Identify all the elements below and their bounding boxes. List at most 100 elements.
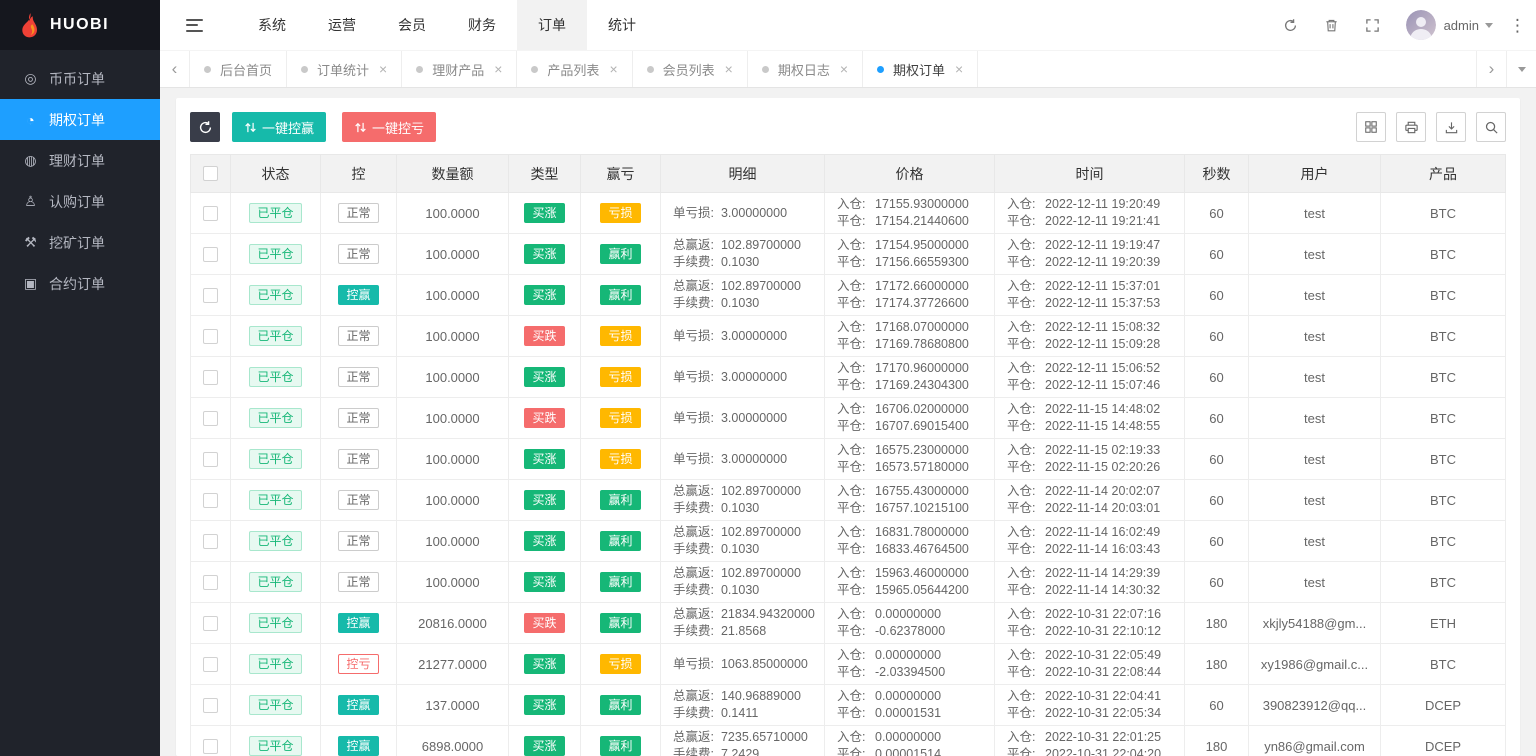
cell-amount: 100.0000 <box>396 315 509 357</box>
row-checkbox[interactable] <box>203 492 218 508</box>
cell-amount: 100.0000 <box>396 479 509 521</box>
force-win-button[interactable]: 一键控赢 <box>232 112 327 142</box>
more-options-icon[interactable]: ⋮ <box>1509 17 1526 34</box>
cell-type: 买涨 <box>508 561 581 603</box>
cell-checkbox <box>190 479 231 521</box>
trash-icon[interactable] <box>1324 18 1339 33</box>
detail-line: 手续费: 0.1030 <box>673 254 818 271</box>
kv-label: 平仓: <box>1007 337 1036 351</box>
filter-columns-button[interactable] <box>1356 112 1386 142</box>
cell-control: 正常 <box>320 520 397 562</box>
menu-toggle-icon[interactable] <box>186 18 203 32</box>
cell-product: BTC <box>1380 397 1506 439</box>
top-menu-item[interactable]: 财务 <box>447 0 517 50</box>
tab[interactable]: 理财产品 × <box>402 51 518 87</box>
tabs-menu-icon[interactable] <box>1506 51 1536 87</box>
tab-close-icon[interactable]: × <box>725 62 733 76</box>
kv-line: 入仓: 2022-11-14 16:02:49 <box>1007 524 1178 541</box>
row-checkbox[interactable] <box>203 574 218 590</box>
cell-user: test <box>1248 397 1381 439</box>
status-badge: 已平仓 <box>249 449 302 469</box>
row-checkbox[interactable] <box>203 533 218 549</box>
row-checkbox[interactable] <box>203 287 218 303</box>
row-checkbox[interactable] <box>203 246 218 262</box>
cell-seconds: 60 <box>1184 356 1249 398</box>
control-badge: 控赢 <box>338 695 379 715</box>
kv-line: 平仓: 2022-10-31 22:08:44 <box>1007 664 1178 681</box>
sidebar-item[interactable]: ◍ 理财订单 <box>0 140 160 181</box>
username[interactable]: admin <box>1444 18 1479 33</box>
top-menu-item[interactable]: 订单 <box>517 0 587 50</box>
tab-list: 后台首页 订单统计 × 理财产品 × 产品列表 × 会员列表 × 期权日志 × 期权订单 × <box>190 51 979 87</box>
fullscreen-icon[interactable] <box>1365 18 1380 33</box>
tab-close-icon[interactable]: × <box>609 62 617 76</box>
force-lose-button[interactable]: 一键控亏 <box>342 112 437 142</box>
avatar[interactable] <box>1405 10 1436 40</box>
cell-product: BTC <box>1380 561 1506 603</box>
top-menu-item[interactable]: 运营 <box>307 0 377 50</box>
tab-close-icon[interactable]: × <box>840 62 848 76</box>
up-down-arrows-icon <box>355 122 366 132</box>
row-checkbox[interactable] <box>203 615 218 631</box>
content-area: 一键控赢 一键控亏 状态 控 数量额 类型 赢亏 明细 价格 时间 秒数 用户 … <box>160 88 1536 756</box>
logo[interactable]: HUOBI <box>0 0 160 50</box>
refresh-table-button[interactable] <box>190 112 220 142</box>
row-checkbox[interactable] <box>203 656 218 672</box>
sidebar-item[interactable]: ⚒ 挖矿订单 <box>0 222 160 263</box>
kv-line: 入仓: 2022-11-14 14:29:39 <box>1007 565 1178 582</box>
select-all-checkbox[interactable] <box>203 166 218 181</box>
row-checkbox[interactable] <box>203 738 218 754</box>
tab[interactable]: 产品列表 × <box>517 51 633 87</box>
refresh-icon[interactable] <box>1283 18 1298 33</box>
cell-control: 正常 <box>320 438 397 480</box>
sidebar-item[interactable]: ◎ 币币订单 <box>0 58 160 99</box>
top-menu-item[interactable]: 统计 <box>587 0 657 50</box>
cell-checkbox <box>190 233 231 275</box>
cell-control: 正常 <box>320 479 397 521</box>
row-checkbox[interactable] <box>203 697 218 713</box>
table-row: 已平仓 控赢 100.0000 买涨 赢利 总赢返: 102.89700000 手续费: 0.1… <box>190 274 1506 316</box>
type-badge: 买涨 <box>524 531 565 551</box>
detail-label: 手续费: <box>673 296 714 310</box>
kv-label: 入仓: <box>837 484 866 498</box>
cell-seconds: 60 <box>1184 561 1249 603</box>
tabs-scroll-right-icon[interactable]: › <box>1476 51 1506 87</box>
kv-label: 平仓: <box>1007 378 1036 392</box>
kv-label: 入仓: <box>837 525 866 539</box>
kv-label: 平仓: <box>837 706 866 720</box>
top-menu-item[interactable]: 会员 <box>377 0 447 50</box>
row-checkbox[interactable] <box>203 328 218 344</box>
tabs-scroll-left-icon[interactable]: ‹ <box>160 51 190 87</box>
tab[interactable]: 会员列表 × <box>633 51 748 87</box>
tab[interactable]: 期权订单 × <box>863 51 979 87</box>
top-menu-item[interactable]: 系统 <box>237 0 307 50</box>
tab-close-icon[interactable]: × <box>955 62 963 76</box>
sidebar-item[interactable]: ◔ 期权订单 <box>0 99 160 140</box>
kv-line: 入仓: 17168.07000000 <box>837 319 988 336</box>
row-checkbox[interactable] <box>203 410 218 426</box>
row-checkbox[interactable] <box>203 205 218 221</box>
cell-time: 入仓: 2022-11-14 20:02:07 平仓: 2022-11-14 20:0… <box>994 479 1185 521</box>
sidebar-item[interactable]: ▣ 合约订单 <box>0 263 160 304</box>
cell-product: BTC <box>1380 274 1506 316</box>
tab[interactable]: 后台首页 <box>190 51 288 87</box>
kv-label: 入仓: <box>1007 730 1036 744</box>
search-button[interactable] <box>1476 112 1506 142</box>
export-button[interactable] <box>1436 112 1466 142</box>
tab[interactable]: 期权日志 × <box>748 51 864 87</box>
kv-line: 平仓: 0.00001531 <box>837 705 988 722</box>
detail-label: 手续费: <box>673 255 714 269</box>
print-button[interactable] <box>1396 112 1426 142</box>
cell-amount: 6898.0000 <box>396 725 509 756</box>
result-badge: 亏损 <box>600 449 641 469</box>
detail-line: 总赢返: 140.96889000 <box>673 688 818 705</box>
kv-value: 2022-11-15 14:48:55 <box>1045 419 1161 433</box>
tab[interactable]: 订单统计 × <box>287 51 403 87</box>
row-checkbox[interactable] <box>203 451 218 467</box>
tab-close-icon[interactable]: × <box>379 62 387 76</box>
tab-close-icon[interactable]: × <box>494 62 502 76</box>
row-checkbox[interactable] <box>203 369 218 385</box>
kv-label: 入仓: <box>1007 320 1036 334</box>
column-header: 产品 <box>1380 154 1506 193</box>
sidebar-item[interactable]: ♙ 认购订单 <box>0 181 160 222</box>
